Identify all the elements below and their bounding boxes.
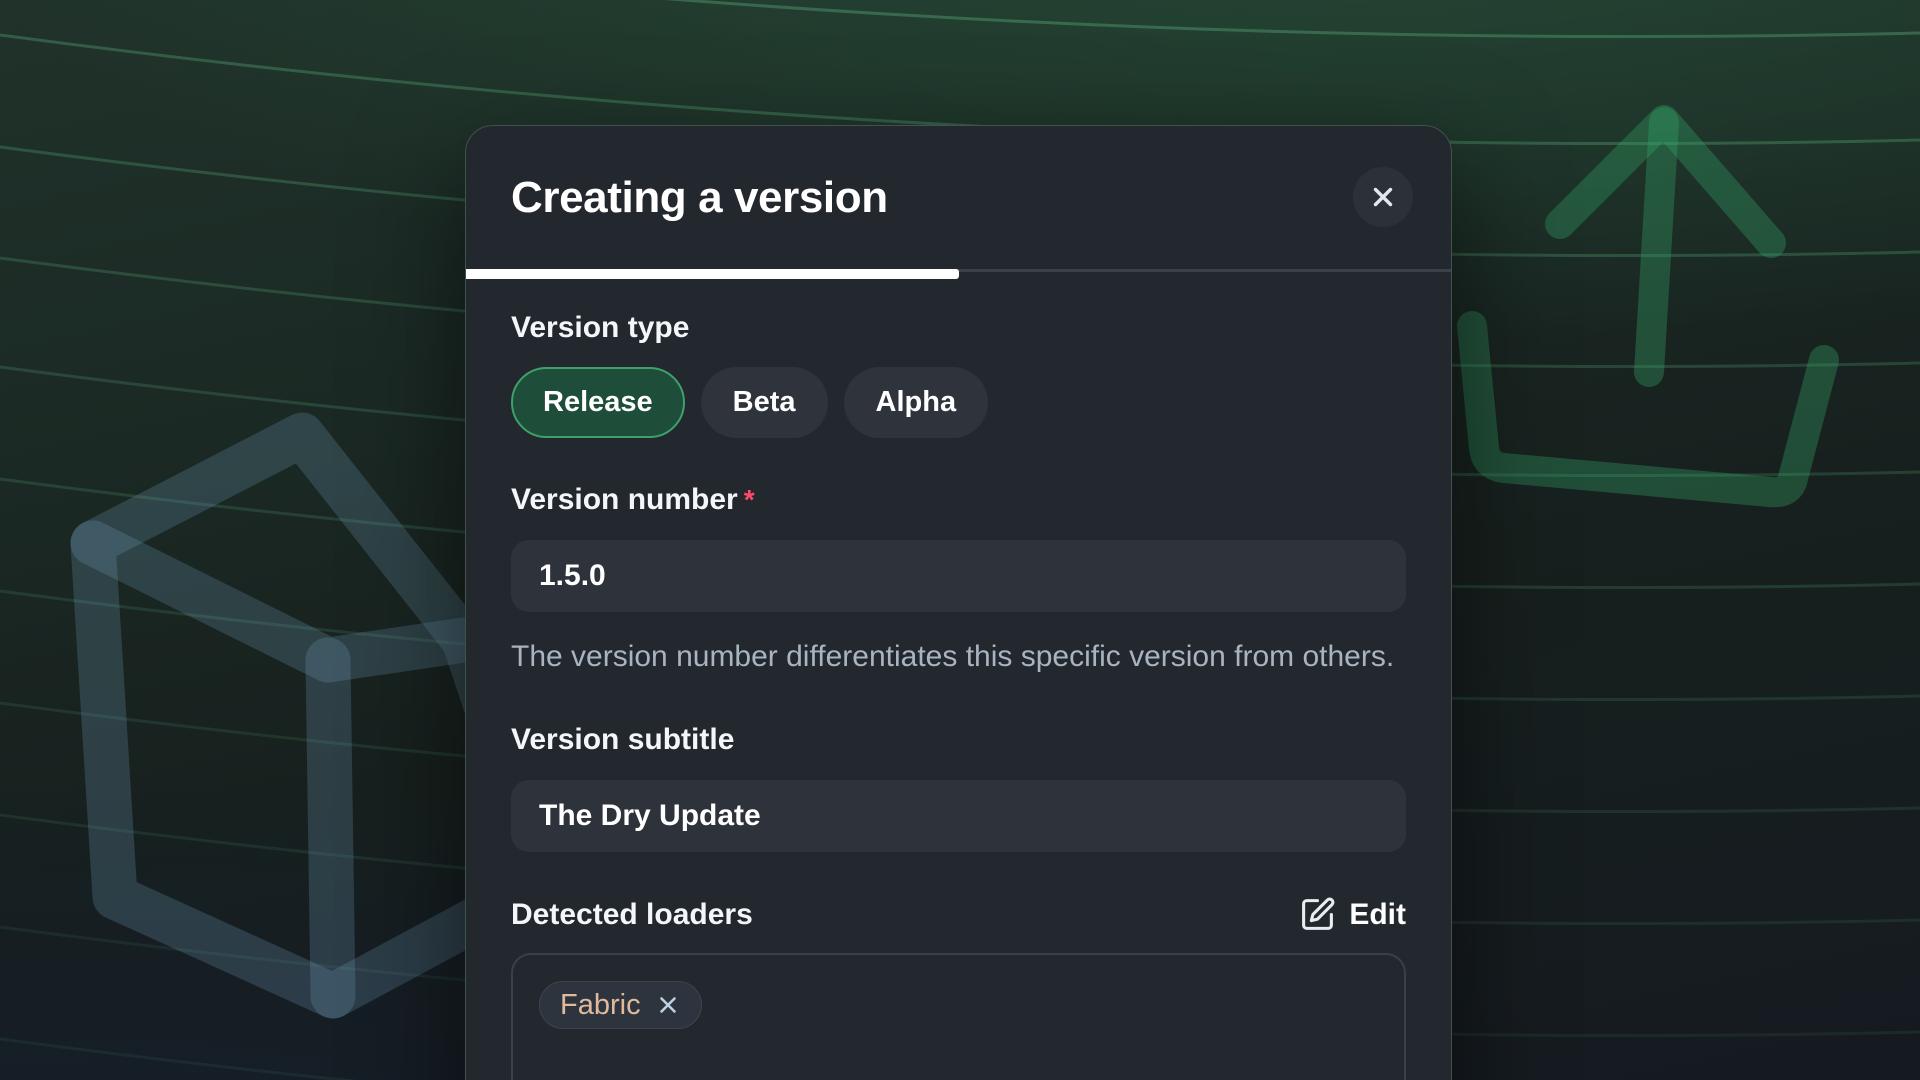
version-type-label: Version type xyxy=(511,310,1406,346)
detected-loaders-box: Fabric xyxy=(511,953,1406,1080)
loader-tag-label: Fabric xyxy=(560,989,641,1022)
version-type-field: Version type Release Beta Alpha xyxy=(511,310,1406,438)
version-subtitle-input[interactable] xyxy=(511,780,1406,852)
modal-header: Creating a version xyxy=(466,126,1451,269)
edit-loaders-label: Edit xyxy=(1349,898,1406,932)
close-icon xyxy=(1368,182,1398,212)
version-number-help: The version number differentiates this s… xyxy=(511,638,1401,675)
detected-loaders-field: Detected loaders Edit Fabric xyxy=(511,896,1406,1080)
detected-loaders-header: Detected loaders Edit xyxy=(511,896,1406,933)
page-background: Creating a version Version type Release … xyxy=(0,0,1920,1080)
close-button[interactable] xyxy=(1353,167,1413,227)
version-number-field: Version number* The version number diffe… xyxy=(511,482,1406,675)
modal-body: Version type Release Beta Alpha Version … xyxy=(466,279,1451,1080)
version-type-option-beta[interactable]: Beta xyxy=(701,367,828,438)
version-type-options: Release Beta Alpha xyxy=(511,367,1406,438)
create-version-modal: Creating a version Version type Release … xyxy=(465,125,1452,1080)
detected-loaders-label: Detected loaders xyxy=(511,897,753,933)
version-number-label: Version number* xyxy=(511,482,1406,518)
required-asterisk: * xyxy=(744,484,755,515)
version-subtitle-field: Version subtitle xyxy=(511,722,1406,852)
version-number-label-text: Version number xyxy=(511,483,738,516)
version-number-input[interactable] xyxy=(511,540,1406,612)
progress-fill xyxy=(466,269,959,279)
progress-bar xyxy=(466,269,1451,279)
modal-title: Creating a version xyxy=(511,173,888,223)
remove-loader-icon[interactable] xyxy=(655,992,681,1018)
edit-loaders-button[interactable]: Edit xyxy=(1299,896,1406,933)
edit-icon xyxy=(1299,896,1336,933)
loader-tag-fabric[interactable]: Fabric xyxy=(539,981,702,1029)
version-type-option-alpha[interactable]: Alpha xyxy=(844,367,989,438)
version-type-option-release[interactable]: Release xyxy=(511,367,685,438)
version-subtitle-label: Version subtitle xyxy=(511,722,1406,758)
